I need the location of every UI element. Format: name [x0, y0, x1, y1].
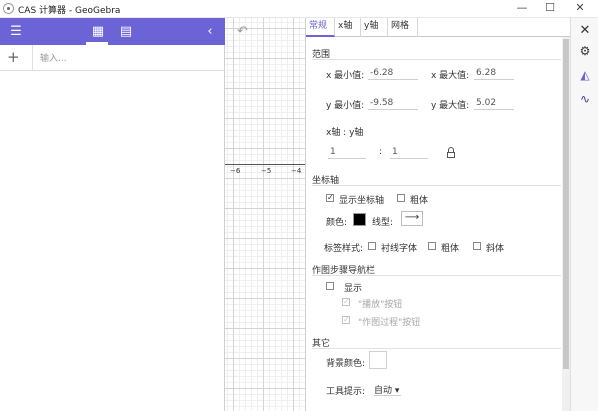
section-divider — [312, 59, 561, 60]
serif-label: 衬线字体 — [381, 244, 418, 254]
tab-x-axis[interactable]: x轴 — [335, 18, 361, 37]
maximize-button[interactable]: ☐ — [536, 0, 564, 18]
undo-icon[interactable]: ↶ — [237, 24, 248, 39]
calculator-icon[interactable]: ▦ — [88, 23, 108, 41]
ymin-label: y 最小值: — [326, 101, 365, 111]
axes-color-label: 颜色: — [326, 218, 348, 228]
right-dock: ✕ ⚙ ◭ ∿ — [570, 18, 598, 411]
label-style-label: 标签样式: — [324, 244, 364, 254]
play-button-label: "播放"按钮 — [358, 300, 403, 310]
label-bold-label: 粗体 — [441, 244, 460, 254]
ymax-field[interactable]: 5.02 — [474, 97, 514, 110]
window-title: CAS 计算器 - GeoGebra — [18, 6, 121, 16]
ratio-x-field[interactable]: 1 — [328, 146, 366, 159]
construction-button-label: "作图过程"按钮 — [358, 318, 421, 328]
minimize-button[interactable]: — — [508, 0, 536, 18]
scrollbar-thumb[interactable] — [563, 39, 569, 369]
axis-ratio-label: x轴 : y轴 — [326, 128, 364, 138]
xmin-field[interactable]: -6.28 — [368, 67, 418, 80]
xmin-label: x 最小值: — [326, 71, 365, 81]
cas-toolbar: ☰ ▦ ▤ ‹ — [0, 18, 225, 45]
section-divider — [312, 348, 561, 349]
settings-scrollbar[interactable] — [562, 37, 570, 411]
settings-tabs: 常规 x轴 y轴 网格 — [306, 18, 571, 37]
cas-input[interactable]: 输入... — [40, 51, 67, 64]
cas-pane: ☰ ▦ ▤ ‹ + 输入... — [0, 18, 225, 411]
ymin-field[interactable]: -9.58 — [368, 97, 418, 110]
italic-checkbox[interactable] — [473, 242, 481, 250]
xmax-field[interactable]: 6.28 — [474, 67, 514, 80]
cas-input-row: + 输入... — [0, 45, 225, 71]
line-style-button[interactable]: ⟶ — [401, 211, 423, 226]
graphics-view-icon[interactable]: ◭ — [571, 64, 598, 86]
menu-icon[interactable]: ☰ — [6, 23, 26, 41]
tab-general[interactable]: 常规 — [306, 18, 335, 37]
ratio-y-field[interactable]: 1 — [390, 146, 428, 159]
x-tick-label: −5 — [261, 167, 272, 175]
tooltips-dropdown[interactable]: 自动 ▾ — [374, 383, 402, 396]
close-icon[interactable]: ✕ — [571, 20, 598, 42]
ratio-separator: : — [379, 147, 383, 157]
label-bold-checkbox[interactable] — [428, 242, 436, 250]
italic-label: 斜体 — [486, 244, 505, 254]
show-axes-label: 显示坐标轴 — [339, 196, 385, 206]
x-tick-label: −4 — [291, 167, 302, 175]
bold-axes-checkbox[interactable] — [397, 194, 405, 202]
geogebra-logo-icon — [3, 3, 14, 14]
background-color-label: 背景颜色: — [326, 359, 366, 369]
bold-axes-label: 粗体 — [410, 196, 429, 206]
plus-icon[interactable]: + — [7, 48, 25, 66]
x-axis-line — [225, 164, 305, 165]
table-icon[interactable]: ▤ — [116, 23, 136, 41]
graphics-view[interactable]: ↶ −6 −5 −4 — [225, 18, 305, 411]
tab-y-axis[interactable]: y轴 — [361, 18, 388, 37]
lock-icon[interactable] — [446, 147, 456, 159]
section-divider — [312, 275, 561, 276]
play-button-checkbox[interactable]: ✓ — [342, 298, 350, 306]
line-style-label: 线型: — [372, 218, 394, 228]
show-axes-checkbox[interactable]: ✓ — [326, 194, 334, 202]
chevron-left-icon[interactable]: ‹ — [200, 23, 220, 41]
input-divider — [32, 45, 33, 71]
xmax-label: x 最大值: — [431, 71, 470, 81]
construction-button-checkbox[interactable]: ✓ — [342, 316, 350, 324]
tab-grid[interactable]: 网格 — [388, 18, 418, 37]
close-window-button[interactable]: ✕ — [566, 0, 594, 18]
show-navbar-label: 显示 — [344, 284, 363, 294]
section-divider — [312, 185, 561, 186]
show-navbar-checkbox[interactable] — [326, 282, 334, 290]
axes-color-swatch[interactable] — [353, 213, 366, 226]
background-color-swatch[interactable] — [369, 351, 387, 369]
curve-icon[interactable]: ∿ — [571, 88, 598, 110]
gear-icon[interactable]: ⚙ — [571, 40, 598, 62]
ymax-label: y 最大值: — [431, 101, 470, 111]
graphics-settings-panel: 常规 x轴 y轴 网格 范围 x 最小值: -6.28 x 最大值: 6.28 … — [305, 18, 571, 411]
x-tick-label: −6 — [230, 167, 241, 175]
window-titlebar: CAS 计算器 - GeoGebra — ☐ ✕ — [0, 0, 598, 18]
tooltips-label: 工具提示: — [326, 387, 366, 397]
serif-checkbox[interactable] — [368, 242, 376, 250]
